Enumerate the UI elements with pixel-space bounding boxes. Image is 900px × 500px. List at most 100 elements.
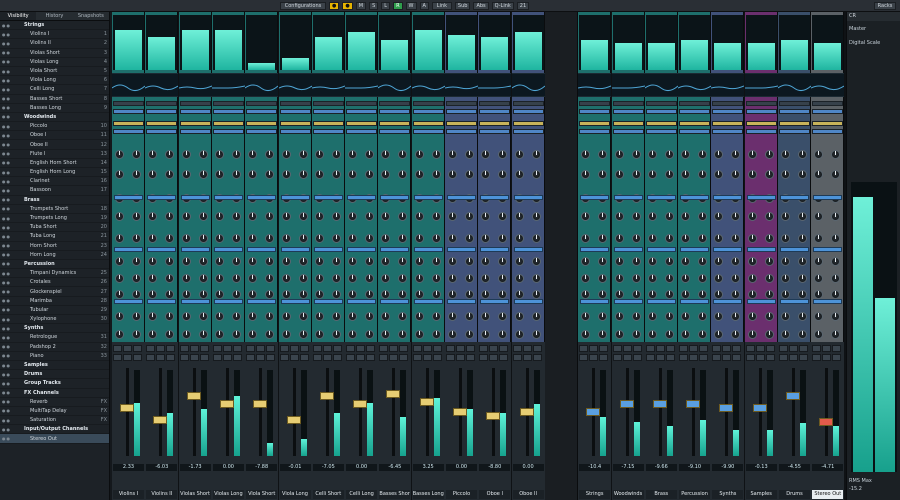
track-row[interactable]: ●● Trumpets Short 18 [0,205,109,214]
eq-band-lmf[interactable] [213,247,243,252]
eq-knob[interactable] [764,170,774,179]
channel-button[interactable] [755,353,765,361]
eq-knob[interactable] [598,234,608,243]
channel-name[interactable]: Violins II [146,490,178,499]
track-row[interactable]: ●● Bassoon 17 [0,186,109,196]
module-slot[interactable] [279,129,311,134]
visibility-toggle-icon[interactable]: ●● [0,133,24,138]
eq-knob[interactable] [714,330,724,339]
volume-value[interactable]: -7.05 [312,464,344,471]
eq-knob[interactable] [731,212,741,221]
channel-strip[interactable]: -6.03 Violins II [145,12,179,500]
eq-knob[interactable] [731,290,741,299]
track-folder[interactable]: ●● Drums [0,370,109,380]
qlink-button[interactable]: Q-Link [491,1,514,10]
eq-knob[interactable] [831,257,841,266]
channel-button[interactable] [222,353,232,361]
eq-knob[interactable] [414,212,424,221]
eq-knob[interactable] [165,330,175,339]
track-folder[interactable]: ●● Strings [0,21,109,31]
channel-strip[interactable]: -7.88 Viola Short [244,12,279,500]
fader-handle[interactable] [819,417,834,426]
track-row[interactable]: ●● Piano 33 [0,352,109,361]
eq-band-lmf[interactable] [180,247,210,252]
eq-curve-display[interactable] [145,73,179,97]
preset-slot[interactable] [379,121,411,126]
eq-knob[interactable] [581,212,591,221]
strip-rack[interactable] [113,109,144,114]
eq-band-lmf[interactable] [247,247,277,252]
eq-knob[interactable] [747,257,757,266]
channel-button[interactable] [745,345,755,352]
channel-button[interactable] [113,353,122,361]
channel-button[interactable] [133,353,142,361]
channel-name[interactable]: Percussion [679,490,711,499]
eq-knob[interactable] [165,170,175,179]
eq-knob[interactable] [764,234,774,243]
eq-band-lmf[interactable] [813,247,843,252]
eq-knob[interactable] [348,170,358,179]
eq-knob[interactable] [348,257,358,266]
eq-knob[interactable] [498,290,508,299]
eq-knob[interactable] [115,150,124,159]
eq-knob[interactable] [698,212,708,221]
eq-knob[interactable] [798,150,807,159]
channel-button[interactable] [479,345,489,352]
track-folder[interactable]: ●● FX Channels [0,389,109,398]
track-row[interactable]: ●● Tuba Short 20 [0,223,109,233]
channel-button[interactable] [665,353,675,361]
eq-band-hmf[interactable] [580,195,610,200]
eq-knob[interactable] [148,330,158,339]
channel-button[interactable] [279,353,289,361]
eq-knob[interactable] [348,234,358,243]
eq-knob[interactable] [281,234,291,243]
eq-curve-display[interactable] [511,73,545,97]
eq-knob[interactable] [214,212,224,221]
eq-knob[interactable] [664,170,674,179]
channel-button[interactable] [779,353,788,361]
track-row[interactable]: ●● Saturation FX [0,416,109,426]
eq-knob[interactable] [798,170,807,179]
eq-knob[interactable] [831,274,841,283]
eq-knob[interactable] [681,170,691,179]
eq-knob[interactable] [398,150,408,159]
channel-button[interactable] [366,345,376,352]
visibility-toggle-icon[interactable]: ●● [0,381,24,386]
channel-button[interactable] [332,345,342,352]
eq-knob[interactable] [514,257,524,266]
eq-band-lo[interactable] [280,299,310,304]
eq-knob[interactable] [614,234,624,243]
eq-knob[interactable] [381,257,391,266]
volume-value[interactable]: 0.00 [512,464,544,471]
preset-slot[interactable] [579,121,611,126]
eq-knob[interactable] [781,150,790,159]
eq-knob[interactable] [132,274,141,283]
inserts-rack[interactable] [279,101,311,106]
visibility-toggle-icon[interactable]: ●● [0,179,24,184]
eq-knob[interactable] [814,312,824,321]
eq-knob[interactable] [281,257,291,266]
channel-button[interactable] [179,353,189,361]
visibility-toggle-icon[interactable]: ●● [0,142,24,147]
eq-knob[interactable] [431,312,441,321]
visibility-toggle-icon[interactable]: ●● [0,243,24,248]
channel-strip[interactable]: -9.90 Synths [711,12,745,500]
channel-strip[interactable]: -9.66 Brass [644,12,679,500]
eq-knob[interactable] [598,212,608,221]
channel-button[interactable] [399,345,409,352]
eq-knob[interactable] [481,170,491,179]
channel-button[interactable] [256,345,266,352]
track-row[interactable]: ●● Celli Long 7 [0,85,109,95]
channel-strip[interactable]: -0.13 Samples [744,12,778,500]
eq-knob[interactable] [581,170,591,179]
eq-knob[interactable] [231,150,241,159]
eq-knob[interactable] [265,212,275,221]
channel-button[interactable] [146,353,156,361]
eq-curve-display[interactable] [345,73,379,97]
eq-knob[interactable] [448,330,457,339]
channel-button[interactable] [156,353,166,361]
eq-knob[interactable] [647,170,657,179]
eq-knob[interactable] [198,212,208,221]
visibility-toggle-icon[interactable]: ●● [0,335,24,340]
eq-knob[interactable] [314,330,324,339]
